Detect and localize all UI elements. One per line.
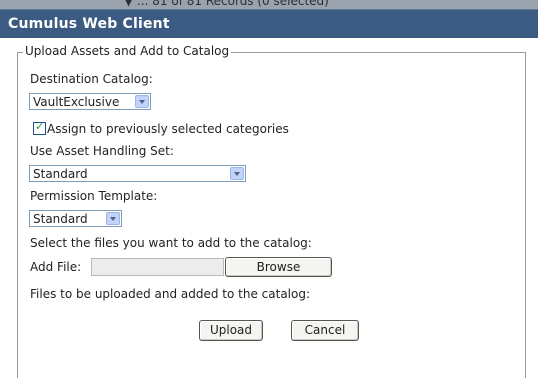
background-record-count: ▼ ... 81 of 81 Records (0 selected) bbox=[124, 0, 329, 8]
files-to-upload-label: Files to be uploaded and added to the ca… bbox=[30, 287, 311, 301]
chevron-down-icon[interactable] bbox=[106, 212, 120, 225]
background-window-strip: ▼ ... 81 of 81 Records (0 selected) bbox=[0, 0, 538, 9]
asset-handling-value: Standard bbox=[33, 167, 88, 181]
chevron-down-icon[interactable] bbox=[230, 167, 244, 180]
cancel-button-label: Cancel bbox=[304, 323, 346, 337]
permission-template-value: Standard bbox=[33, 212, 88, 226]
permission-template-label: Permission Template: bbox=[30, 189, 158, 203]
assign-categories-label: Assign to previously selected categories bbox=[47, 122, 289, 136]
browse-button[interactable]: Browse bbox=[225, 257, 332, 277]
cancel-button[interactable]: Cancel bbox=[291, 320, 359, 341]
assign-categories-checkbox[interactable]: ✓ bbox=[33, 120, 46, 135]
destination-catalog-label: Destination Catalog: bbox=[30, 72, 153, 86]
fieldset-legend: Upload Assets and Add to Catalog bbox=[23, 44, 232, 58]
destination-catalog-select[interactable]: VaultExclusive bbox=[29, 93, 151, 110]
checkmark-icon: ✓ bbox=[35, 120, 45, 133]
asset-handling-select[interactable]: Standard bbox=[29, 165, 246, 182]
asset-handling-label: Use Asset Handling Set: bbox=[30, 144, 174, 158]
upload-button-label: Upload bbox=[209, 323, 253, 337]
window-titlebar[interactable]: Cumulus Web Client bbox=[0, 9, 538, 38]
upload-button[interactable]: Upload bbox=[199, 320, 263, 341]
add-file-label: Add File: bbox=[30, 260, 82, 274]
add-file-input[interactable] bbox=[91, 258, 224, 276]
chevron-down-icon[interactable] bbox=[135, 95, 149, 108]
browse-button-label: Browse bbox=[256, 260, 301, 274]
window-title: Cumulus Web Client bbox=[8, 16, 170, 32]
select-files-text: Select the files you want to add to the … bbox=[30, 236, 312, 250]
destination-catalog-value: VaultExclusive bbox=[33, 95, 120, 109]
permission-template-select[interactable]: Standard bbox=[29, 210, 122, 227]
